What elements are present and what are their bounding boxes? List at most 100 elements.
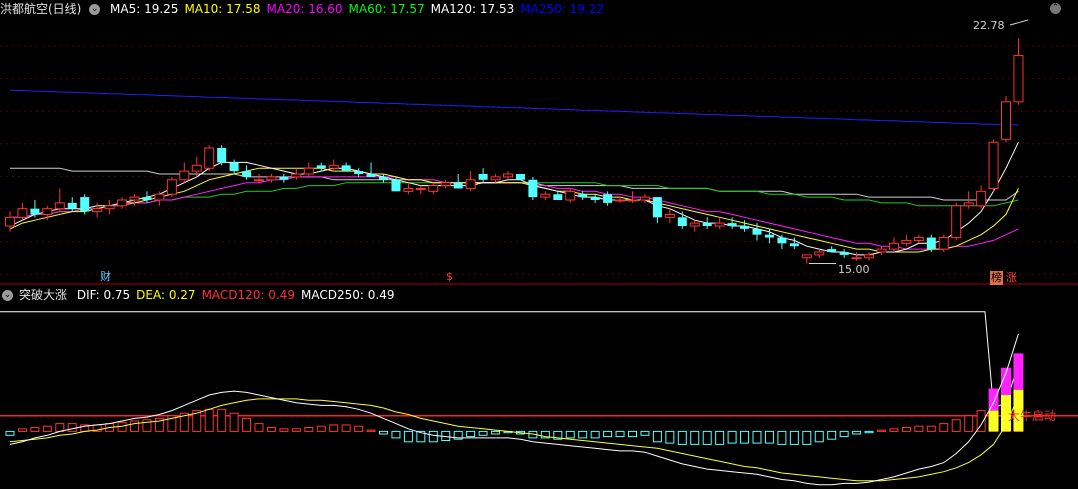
macd-bar bbox=[652, 430, 662, 443]
macd-bar bbox=[789, 430, 799, 445]
finance-marker[interactable]: 财 bbox=[100, 270, 111, 284]
candle-body bbox=[42, 208, 53, 215]
moving-average-lines bbox=[9, 89, 1019, 256]
macd-bar bbox=[715, 430, 725, 445]
macd-bar bbox=[366, 429, 376, 432]
candle bbox=[689, 220, 700, 232]
candle bbox=[117, 197, 128, 209]
candle-body bbox=[1013, 55, 1024, 103]
candle bbox=[777, 234, 787, 250]
macd250-line bbox=[0, 311, 1019, 409]
candle-body bbox=[740, 226, 750, 229]
macd-bar bbox=[590, 430, 600, 439]
macd-bar bbox=[130, 420, 139, 432]
macd-bar bbox=[229, 412, 239, 432]
macd-bar bbox=[640, 430, 650, 436]
bull-start-signal: 大牛启动 bbox=[1008, 409, 1057, 423]
candle-body bbox=[565, 190, 576, 201]
candle-body bbox=[553, 194, 563, 200]
candle-body bbox=[428, 185, 439, 192]
candle-body bbox=[403, 187, 414, 192]
candle-body bbox=[440, 182, 451, 187]
candle-body bbox=[179, 170, 190, 181]
dollar-marker[interactable]: $ bbox=[446, 270, 453, 284]
candle-body bbox=[54, 202, 65, 210]
candle-body bbox=[515, 174, 525, 180]
candle-body bbox=[5, 216, 15, 227]
candle-body bbox=[888, 242, 899, 250]
candle bbox=[478, 168, 488, 183]
candle-body bbox=[254, 179, 264, 182]
candle-body bbox=[503, 173, 513, 178]
candle-body bbox=[963, 202, 974, 207]
candle bbox=[888, 237, 899, 252]
candle-body bbox=[154, 193, 165, 201]
candle-body bbox=[341, 165, 351, 172]
candle bbox=[415, 185, 426, 195]
macd-bar bbox=[17, 428, 27, 432]
macd-bar bbox=[802, 430, 812, 445]
candle-body bbox=[465, 179, 476, 189]
candle-body bbox=[279, 176, 289, 180]
price-header: 洪都航空(日线) ⌄ MA5: 19.25 MA10: 17.58 MA20: 16… bbox=[0, 0, 616, 18]
candle-body bbox=[578, 194, 588, 198]
candle-body bbox=[590, 197, 600, 200]
macd-bar bbox=[628, 430, 637, 438]
legend-item: MA120: 17.53 bbox=[430, 2, 515, 16]
candle bbox=[204, 145, 215, 172]
macd-bar bbox=[901, 427, 911, 432]
candle-body bbox=[639, 196, 650, 201]
candle bbox=[242, 165, 252, 180]
candle-body bbox=[988, 141, 999, 189]
collapse-icon[interactable]: ⌃ bbox=[1050, 3, 1061, 14]
candle-body bbox=[976, 190, 987, 207]
candle-body bbox=[391, 179, 401, 192]
candle bbox=[976, 185, 987, 209]
candle-body bbox=[851, 257, 862, 260]
macd-bar bbox=[889, 428, 899, 432]
candle-body bbox=[727, 223, 737, 226]
macd-bar bbox=[752, 430, 762, 444]
candle-body bbox=[67, 202, 77, 209]
candle-body bbox=[17, 208, 28, 218]
indicator-settings-icon[interactable]: ⌄ bbox=[2, 290, 13, 301]
dif-line bbox=[9, 333, 1019, 486]
candle-body bbox=[603, 194, 613, 203]
candle bbox=[5, 211, 15, 232]
candle bbox=[379, 174, 388, 183]
candle bbox=[938, 234, 949, 252]
candle-body bbox=[92, 208, 103, 213]
candle-body bbox=[689, 222, 700, 227]
candle bbox=[465, 171, 476, 192]
candle bbox=[67, 197, 77, 212]
candle bbox=[814, 249, 825, 258]
candle-body bbox=[478, 174, 488, 180]
candle-body bbox=[664, 213, 675, 218]
indicator-header: ⌄ 突破大涨 DIF: 0.75 DEA: 0.27 MACD120: 0.49 MAC… bbox=[0, 286, 406, 304]
candle-body bbox=[901, 239, 912, 244]
candle-body bbox=[366, 174, 376, 177]
candle-body bbox=[379, 176, 388, 180]
candle bbox=[17, 202, 28, 221]
candle bbox=[354, 168, 364, 177]
rank-marker[interactable]: 榜 bbox=[990, 271, 1003, 285]
macd-bar bbox=[379, 430, 388, 435]
candle bbox=[714, 217, 725, 229]
macd-bar bbox=[491, 430, 501, 435]
bull-bar-lower bbox=[988, 410, 999, 432]
legend-item: MACD250: 0.49 bbox=[301, 288, 395, 302]
candle-body bbox=[814, 251, 825, 256]
macd-bar bbox=[603, 430, 613, 438]
macd-bar bbox=[204, 408, 214, 432]
macd-bar bbox=[30, 427, 40, 432]
candle bbox=[366, 162, 376, 177]
candle-body bbox=[303, 167, 314, 175]
macd-bar bbox=[217, 408, 227, 432]
macd-bar bbox=[42, 425, 52, 432]
candle bbox=[553, 191, 563, 200]
candle-body bbox=[827, 249, 837, 252]
ma250-line bbox=[9, 89, 1019, 126]
rise-marker[interactable]: 涨 bbox=[1006, 271, 1017, 285]
candle bbox=[801, 254, 812, 264]
settings-icon[interactable]: ⌄ bbox=[89, 4, 101, 15]
